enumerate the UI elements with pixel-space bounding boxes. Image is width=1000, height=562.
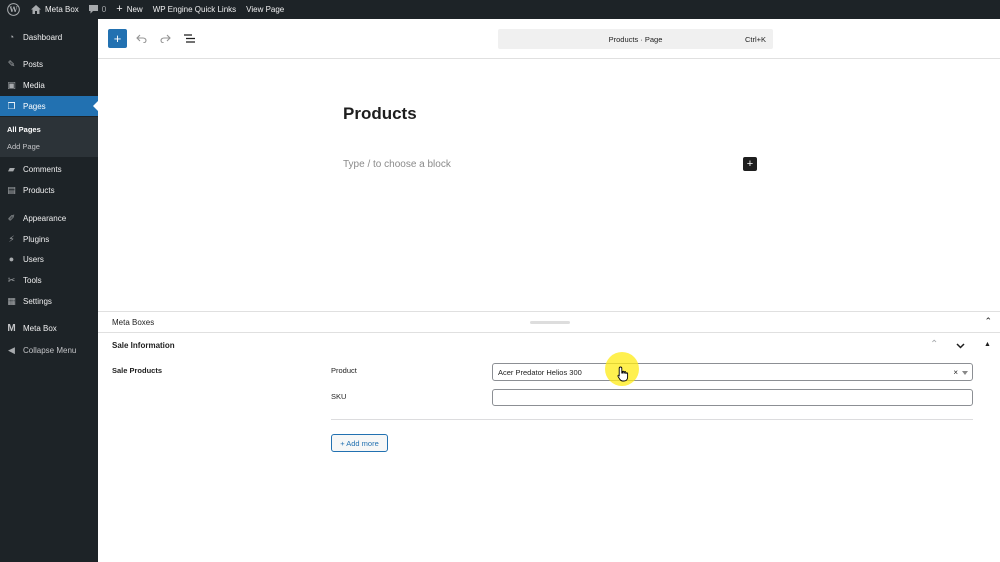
sidebar-item-label: Appearance: [23, 213, 67, 223]
user-icon: ●: [8, 254, 15, 264]
product-select[interactable]: Acer Predator Helios 300 ×: [492, 363, 973, 381]
sidebar-item-posts[interactable]: ✎ Posts: [0, 54, 98, 74]
metaboxes-label: Meta Boxes: [112, 318, 155, 327]
sidebar-item-products[interactable]: ▤ Products: [0, 180, 98, 200]
dashboard-icon: ◔: [8, 32, 15, 42]
block-placeholder[interactable]: Type / to choose a block: [343, 159, 451, 170]
sidebar-item-label: Plugins: [23, 234, 50, 244]
sidebar-item-users[interactable]: ● Users: [0, 249, 98, 269]
pages-submenu: All Pages Add Page: [0, 117, 98, 157]
sku-field-label: SKU: [331, 392, 347, 401]
sidebar-item-label: Posts: [23, 59, 44, 69]
sidebar-collapse-menu[interactable]: ◀ Collapse Menu: [0, 340, 98, 360]
move-up-icon[interactable]: ⌃: [930, 339, 938, 350]
dropdown-arrow-icon[interactable]: [962, 371, 968, 375]
metaboxes-resize-handle[interactable]: Meta Boxes ⌃: [98, 312, 1000, 333]
new-content-link[interactable]: + New: [111, 0, 147, 19]
toggle-panel-icon[interactable]: ▲: [984, 341, 991, 348]
editor-toolbar: + Products · Page Ctrl+K: [98, 19, 1000, 59]
sidebar-item-comments[interactable]: ▰ Comments: [0, 159, 98, 179]
sidebar-item-settings[interactable]: ▦ Settings: [0, 291, 98, 311]
sidebar-item-label: Meta Box: [23, 323, 57, 333]
sidebar-item-tools[interactable]: ✂ Tools: [0, 270, 98, 290]
sidebar-item-label: Users: [23, 254, 44, 264]
metaboxes-panel: Meta Boxes ⌃ Sale Information ⌃ ▲ Sale P…: [98, 311, 1000, 562]
redo-icon[interactable]: [158, 31, 173, 46]
sidebar-item-pages[interactable]: ❐ Pages: [0, 96, 98, 116]
document-overview-icon[interactable]: [182, 31, 197, 46]
site-name-link[interactable]: Meta Box: [26, 0, 84, 19]
home-icon: [31, 5, 41, 14]
resize-grip-icon[interactable]: [530, 321, 570, 324]
admin-bar: W Meta Box 0 + New WP Engine Quick Links…: [0, 0, 1000, 19]
undo-icon[interactable]: [134, 31, 149, 46]
command-shortcut: Ctrl+K: [744, 34, 766, 44]
quick-links-label: WP Engine Quick Links: [152, 5, 237, 14]
new-label: New: [126, 5, 143, 14]
pages-icon: ❐: [7, 100, 16, 111]
media-icon: ▣: [7, 79, 16, 90]
document-title: Products · Page: [608, 34, 663, 44]
chevron-up-icon[interactable]: ⌃: [984, 316, 992, 327]
comments-link[interactable]: 0: [84, 0, 111, 19]
plus-icon: +: [116, 3, 123, 15]
sidebar-item-label: Media: [23, 80, 45, 90]
comment-icon: [88, 5, 98, 14]
submenu-all-pages[interactable]: All Pages: [7, 125, 41, 134]
sidebar-item-label: Dashboard: [23, 32, 63, 42]
comment-icon: ▰: [8, 163, 15, 174]
sidebar-item-label: Comments: [23, 164, 62, 174]
sidebar-item-plugins[interactable]: ⚡ Plugins: [0, 229, 98, 249]
view-page-label: View Page: [246, 5, 285, 14]
post-title[interactable]: Products: [343, 104, 417, 124]
editor-canvas: Products Type / to choose a block +: [98, 59, 1000, 311]
site-name-label: Meta Box: [45, 5, 79, 14]
hand-cursor-icon: [617, 366, 629, 382]
sidebar-item-label: Settings: [23, 296, 52, 306]
sidebar-item-label: Products: [23, 185, 55, 195]
comments-count: 0: [101, 5, 107, 14]
clear-selection-icon[interactable]: ×: [953, 368, 958, 377]
sidebar-item-meta-box[interactable]: M Meta Box: [0, 318, 98, 338]
field-group-label: Sale Products: [112, 366, 163, 375]
submenu-add-page[interactable]: Add Page: [7, 142, 40, 151]
product-select-value: Acer Predator Helios 300: [498, 367, 582, 377]
postbox-title: Sale Information: [112, 341, 175, 350]
brush-icon: ✐: [7, 212, 16, 223]
svg-text:W: W: [8, 5, 18, 14]
wrench-icon: ✂: [7, 274, 16, 285]
sidebar-item-dashboard[interactable]: ◔ Dashboard: [0, 27, 98, 47]
admin-sidebar: ◔ Dashboard ✎ Posts ▣ Media ❐ Pages All …: [0, 19, 98, 562]
plugin-icon: ⚡: [8, 233, 15, 244]
sku-input[interactable]: [492, 389, 973, 406]
archive-icon: ▤: [7, 184, 16, 195]
clone-divider: [331, 419, 973, 420]
sidebar-item-label: Collapse Menu: [23, 345, 77, 355]
view-page-link[interactable]: View Page: [241, 0, 289, 19]
block-inserter-toggle-button[interactable]: +: [108, 29, 127, 48]
sidebar-item-label: Pages: [23, 101, 46, 111]
sidebar-item-media[interactable]: ▣ Media: [0, 75, 98, 95]
move-down-icon[interactable]: [956, 341, 965, 352]
settings-icon: ▦: [7, 295, 16, 306]
inline-block-inserter-button[interactable]: +: [743, 157, 757, 171]
sidebar-item-label: Tools: [23, 275, 42, 285]
product-field-label: Product: [331, 366, 357, 375]
collapse-icon: ◀: [8, 344, 15, 355]
sidebar-item-appearance[interactable]: ✐ Appearance: [0, 208, 98, 228]
pin-icon: ✎: [7, 58, 16, 69]
command-palette-button[interactable]: Products · Page Ctrl+K: [498, 29, 773, 49]
wordpress-logo-icon[interactable]: W: [0, 0, 26, 19]
metabox-logo-icon: M: [7, 322, 16, 334]
add-more-button[interactable]: + Add more: [331, 434, 388, 452]
quick-links-menu[interactable]: WP Engine Quick Links: [148, 0, 241, 19]
